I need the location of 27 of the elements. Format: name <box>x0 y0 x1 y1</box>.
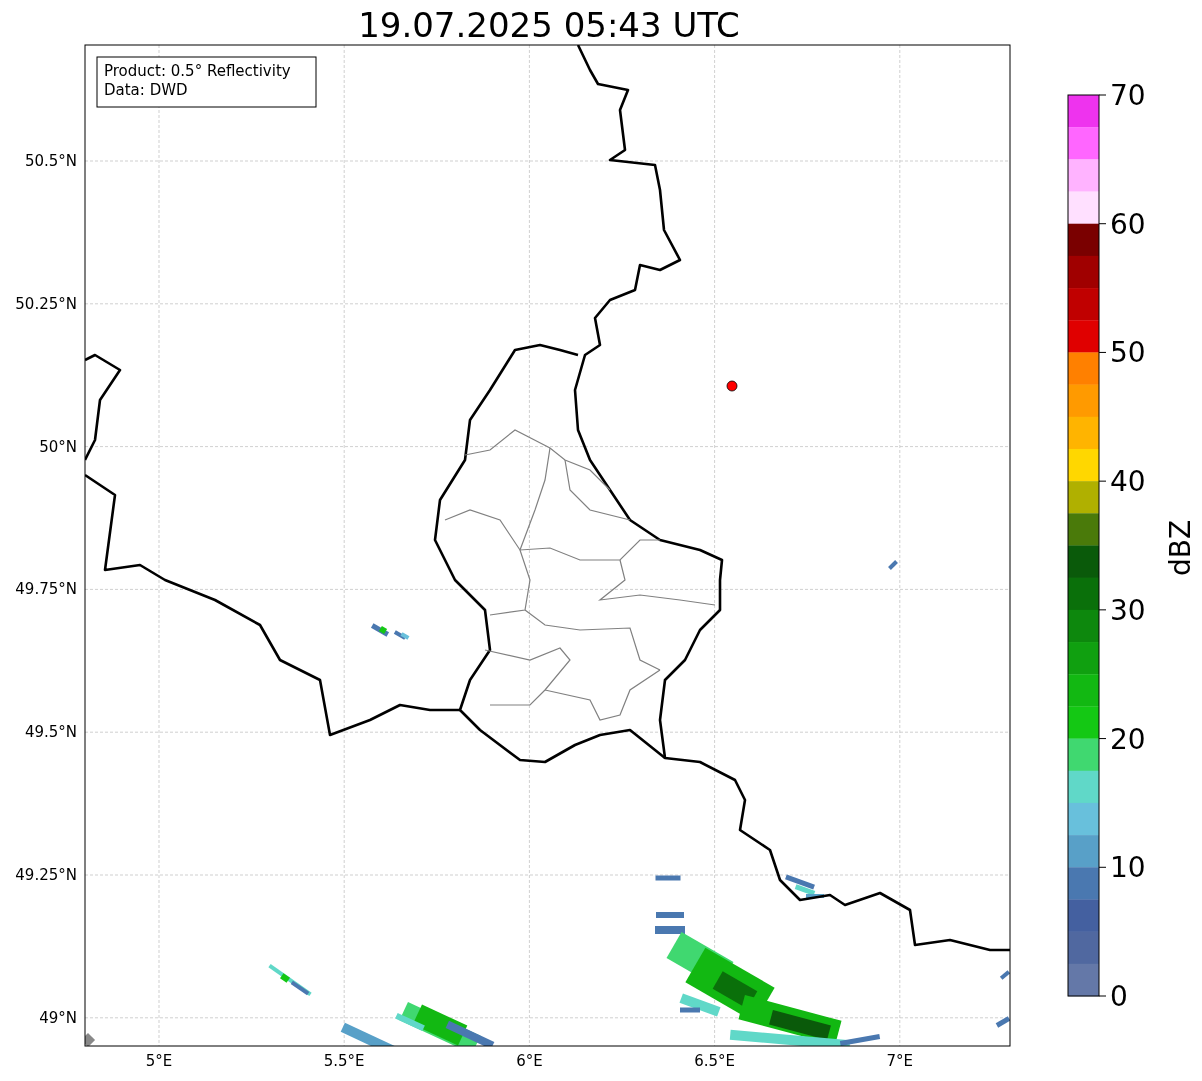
colorbar-tick-label: 0 <box>1110 980 1128 1013</box>
latitude-label: 50.25°N <box>15 294 77 313</box>
info-text: Product: 0.5° Reflectivity <box>104 62 291 80</box>
radar-site-marker <box>726 380 738 392</box>
longitude-label: 7°E <box>886 1052 914 1070</box>
colorbar-tick-label: 70 <box>1110 79 1146 112</box>
colorbar-tick-label: 40 <box>1110 465 1146 499</box>
latitude-label: 50.5°N <box>24 152 77 170</box>
radar-echo <box>370 623 410 640</box>
colorbar-tick-label: 50 <box>1110 336 1146 370</box>
chart-title: 19.07.2025 05:43 UTC <box>358 5 740 45</box>
colorbar-label: dBZ <box>1164 519 1197 577</box>
colorbar-tick-label: 30 <box>1110 593 1146 627</box>
colorbar-tick-label: 60 <box>1110 207 1146 241</box>
info-text: Data: DWD <box>104 81 188 99</box>
latitude-label: 49.75°N <box>15 580 77 599</box>
longitude-label: 5°E <box>145 1052 173 1070</box>
longitude-label: 5.5°E <box>323 1052 365 1070</box>
colorbar-tick-label: 10 <box>1110 851 1146 885</box>
longitude-label: 6°E <box>516 1052 543 1070</box>
latitude-label: 49°N <box>39 1008 77 1027</box>
latitude-label: 50°N <box>39 437 77 456</box>
colorbar-tick-label: 20 <box>1110 722 1146 756</box>
longitude-label: 6.5°E <box>694 1052 735 1070</box>
latitude-label: 49.5°N <box>24 723 77 742</box>
latitude-label: 49.25°N <box>15 866 77 884</box>
radar-echo <box>888 560 898 570</box>
